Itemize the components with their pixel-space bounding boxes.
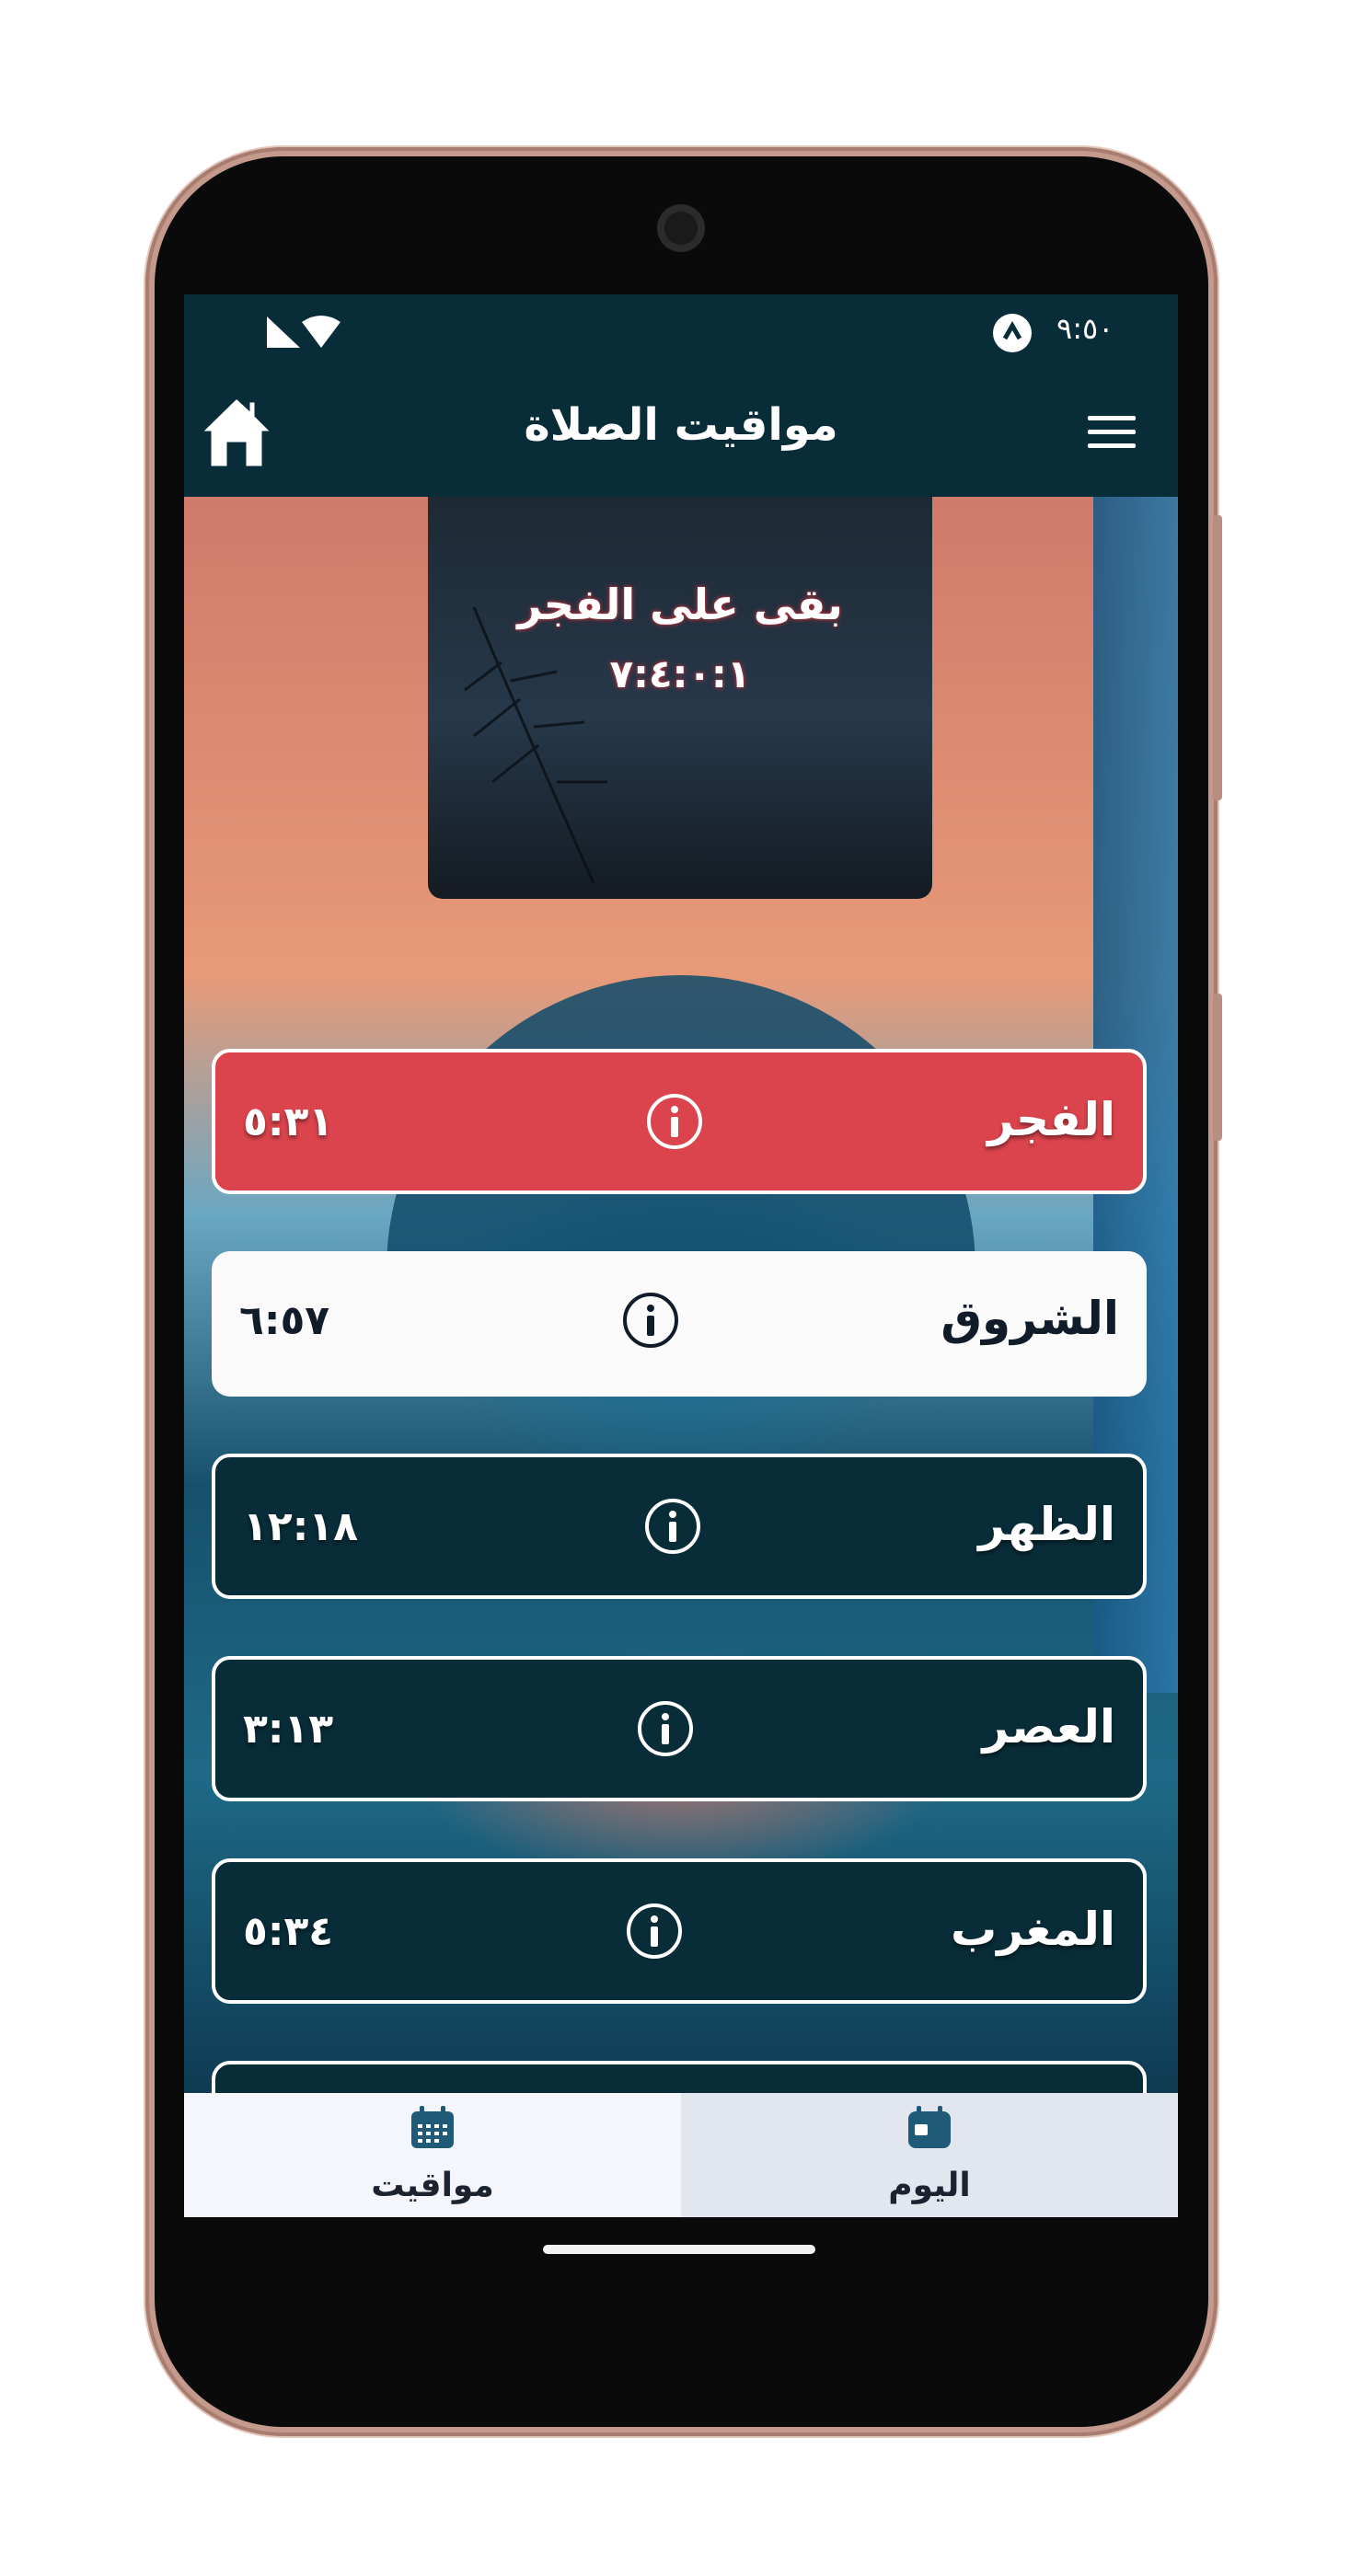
wifi-icon [302, 316, 340, 348]
nav-label: اليوم [888, 2167, 971, 2204]
countdown-label: بقى على الفجر [517, 580, 843, 629]
prayer-name: المغرب [950, 1903, 1115, 1956]
info-icon[interactable] [626, 1903, 683, 1960]
nav-prayer-times[interactable]: مواقيت [184, 2093, 681, 2217]
front-camera [657, 204, 705, 252]
nav-label: مواقيت [371, 2167, 494, 2204]
prayer-name: الفجر [987, 1093, 1115, 1146]
power-button [1213, 994, 1222, 1141]
countdown-card: بقى على الفجر ٧:٤:٠:١ [428, 497, 932, 899]
branch-decoration [464, 607, 607, 883]
calendar-month-icon [411, 2106, 454, 2148]
bottom-navigation: مواقيت اليوم [184, 2093, 1178, 2217]
prayer-name: الظهر [978, 1498, 1115, 1551]
page-title: مواقيت الصلاة [524, 399, 838, 451]
nav-today[interactable]: اليوم [681, 2093, 1178, 2217]
notification-icon [993, 314, 1032, 352]
calendar-day-icon [908, 2106, 951, 2148]
status-time: ٩:٥٠ [1056, 311, 1114, 346]
app-bar: مواقيت الصلاة [184, 368, 1178, 497]
prayer-time: ٥:٣٤ [243, 1908, 334, 1955]
prayer-time: ٥:٣١ [243, 1098, 334, 1145]
app-screen: ٩:٥٠ مواقيت الصلاة بقى على الفجر ٧:٤:٠:١… [184, 294, 1178, 2217]
volume-button [1213, 515, 1222, 800]
hamburger-icon [1088, 416, 1136, 448]
info-icon[interactable] [646, 1093, 703, 1150]
prayer-name: العصر [982, 1700, 1115, 1754]
info-icon[interactable] [644, 1498, 701, 1555]
home-indicator [543, 2245, 815, 2254]
prayer-time: ١٢:١٨ [243, 1503, 359, 1550]
info-icon[interactable] [622, 1292, 679, 1349]
menu-button[interactable] [1086, 407, 1139, 458]
prayer-time: ٦:٥٧ [239, 1297, 330, 1344]
countdown-timer: ٧:٤:٠:١ [609, 651, 751, 696]
signal-icon [267, 316, 300, 348]
info-icon[interactable] [637, 1700, 694, 1757]
prayer-row-asr[interactable]: العصر ٣:١٣ [212, 1656, 1147, 1801]
prayer-row-dhuhr[interactable]: الظهر ١٢:١٨ [212, 1454, 1147, 1599]
prayer-row-fajr[interactable]: الفجر ٥:٣١ [212, 1049, 1147, 1194]
status-bar: ٩:٥٠ [184, 294, 1178, 368]
prayer-name: الشروق [941, 1292, 1119, 1345]
prayer-row-sunrise[interactable]: الشروق ٦:٥٧ [212, 1251, 1147, 1397]
prayer-row-maghrib[interactable]: المغرب ٥:٣٤ [212, 1858, 1147, 2004]
prayer-time: ٣:١٣ [243, 1706, 334, 1753]
